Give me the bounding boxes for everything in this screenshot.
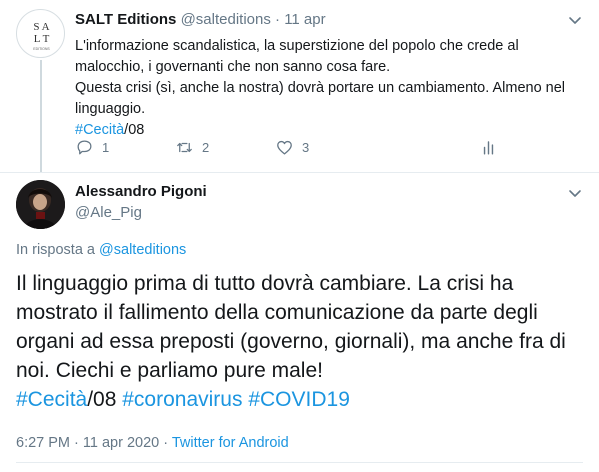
- hashtag-link[interactable]: #Cecità: [16, 388, 87, 411]
- reply-icon: [77, 140, 92, 155]
- tweet-text-line: L'informazione scandalistica, la superst…: [75, 38, 519, 54]
- like-button[interactable]: 3: [275, 138, 309, 157]
- reply-button[interactable]: 1: [75, 138, 109, 157]
- tweet-header: SALT Editions @salteditions · 11 apr: [75, 11, 326, 28]
- alessandro-pigoni-avatar[interactable]: [16, 180, 65, 229]
- parent-tweet[interactable]: S A L T EDITIONS SALT Editions @saltedit…: [0, 0, 599, 172]
- chevron-down-icon[interactable]: [567, 12, 583, 28]
- tweet-text: L'informazione scandalistica, la superst…: [75, 36, 575, 141]
- profile-photo-icon: [16, 180, 65, 229]
- tweet-text-line: malocchio, i governanti che non sanno co…: [75, 59, 391, 75]
- avatar-logo-subtext: EDITIONS: [33, 47, 50, 51]
- display-name[interactable]: Alessandro Pigoni: [75, 183, 207, 200]
- mention-link[interactable]: @salteditions: [99, 242, 186, 258]
- tweet-source-link[interactable]: Twitter for Android: [172, 435, 289, 451]
- main-tweet: Alessandro Pigoni @Ale_Pig In risposta a…: [0, 172, 599, 472]
- thread-connector: [40, 60, 42, 172]
- retweet-icon: [177, 142, 192, 153]
- tweet-metadata: 6:27 PM · 11 apr 2020 · Twitter for Andr…: [16, 435, 289, 451]
- salt-logo-icon: S A L T EDITIONS: [33, 21, 50, 51]
- tweet-text-body: Il linguaggio prima di tutto dovrà cambi…: [16, 272, 566, 382]
- tweet-text-line: linguaggio.: [75, 101, 146, 117]
- reply-count: 1: [102, 140, 110, 155]
- hashtag-suffix: /08: [87, 388, 117, 411]
- divider: [16, 462, 583, 463]
- tweet-actions: 1 2 3: [75, 138, 525, 158]
- retweet-count: 2: [202, 140, 210, 155]
- avatar-logo-line2: L T: [34, 33, 50, 45]
- replying-prefix: In risposta a: [16, 242, 95, 258]
- hashtag-suffix: /08: [124, 122, 145, 138]
- retweet-button[interactable]: 2: [175, 138, 209, 157]
- hashtag-link[interactable]: #COVID19: [248, 388, 350, 411]
- tweet-text: Il linguaggio prima di tutto dovrà cambi…: [16, 269, 584, 414]
- avatar-logo-line1: S A: [33, 21, 49, 33]
- tweet-timestamp[interactable]: 6:27 PM · 11 apr 2020 ·: [16, 435, 168, 451]
- heart-icon: [277, 140, 292, 155]
- analytics-button[interactable]: [479, 138, 498, 157]
- tweet-date[interactable]: 11 apr: [284, 11, 325, 28]
- analytics-icon: [483, 141, 494, 155]
- salt-editions-avatar[interactable]: S A L T EDITIONS: [16, 9, 65, 58]
- chevron-down-icon[interactable]: [567, 185, 583, 201]
- hashtag-link[interactable]: #coronavirus: [122, 388, 242, 411]
- hashtag-link[interactable]: #Cecità: [75, 122, 124, 138]
- separator: ·: [275, 11, 281, 28]
- display-name[interactable]: SALT Editions: [75, 11, 176, 28]
- handle[interactable]: @Ale_Pig: [75, 204, 142, 221]
- replying-to: In risposta a @salteditions: [16, 242, 186, 258]
- like-count: 3: [302, 140, 310, 155]
- handle[interactable]: @salteditions: [181, 11, 271, 28]
- tweet-text-line: Questa crisi (sì, anche la nostra) dovrà…: [75, 80, 566, 96]
